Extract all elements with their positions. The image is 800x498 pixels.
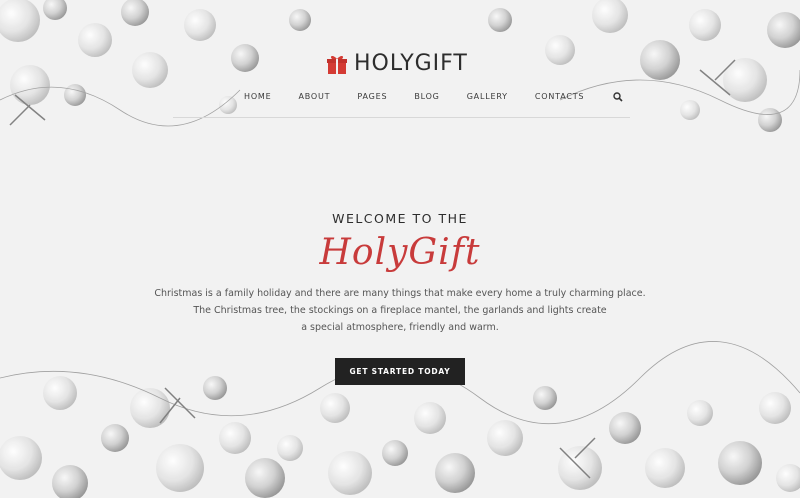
hero-kicker: WELCOME TO THE [332, 211, 468, 226]
nav-item-pages[interactable]: PAGES [357, 90, 387, 104]
hero-description: Christmas is a family holiday and there … [0, 285, 800, 336]
nav-item-home[interactable]: HOME [244, 90, 271, 104]
search-icon[interactable] [613, 92, 623, 102]
header-divider [173, 117, 630, 118]
hero-title: HolyGift [319, 232, 481, 273]
gift-icon [327, 55, 347, 74]
logo[interactable]: HOLYGIFT [326, 50, 468, 78]
brand-name: HOLYGIFT [354, 51, 468, 76]
hero-description-line: a special atmosphere, friendly and warm. [301, 322, 499, 333]
hero-section: WELCOME TO THE HolyGift Christmas is a f… [0, 200, 800, 385]
nav-item-contacts[interactable]: CONTACTS [535, 90, 584, 104]
get-started-button[interactable]: GET STARTED TODAY [335, 358, 465, 385]
hero-description-line: Christmas is a family holiday and there … [154, 288, 646, 299]
nav-item-gallery[interactable]: GALLERY [467, 90, 508, 104]
main-nav: HOME ABOUT PAGES BLOG GALLERY CONTACTS [244, 90, 623, 104]
site-header: HOLYGIFT HOME ABOUT PAGES BLOG GALLERY C… [0, 0, 800, 120]
nav-item-about[interactable]: ABOUT [298, 90, 330, 104]
nav-item-blog[interactable]: BLOG [414, 90, 439, 104]
hero-description-line: The Christmas tree, the stockings on a f… [193, 305, 607, 316]
